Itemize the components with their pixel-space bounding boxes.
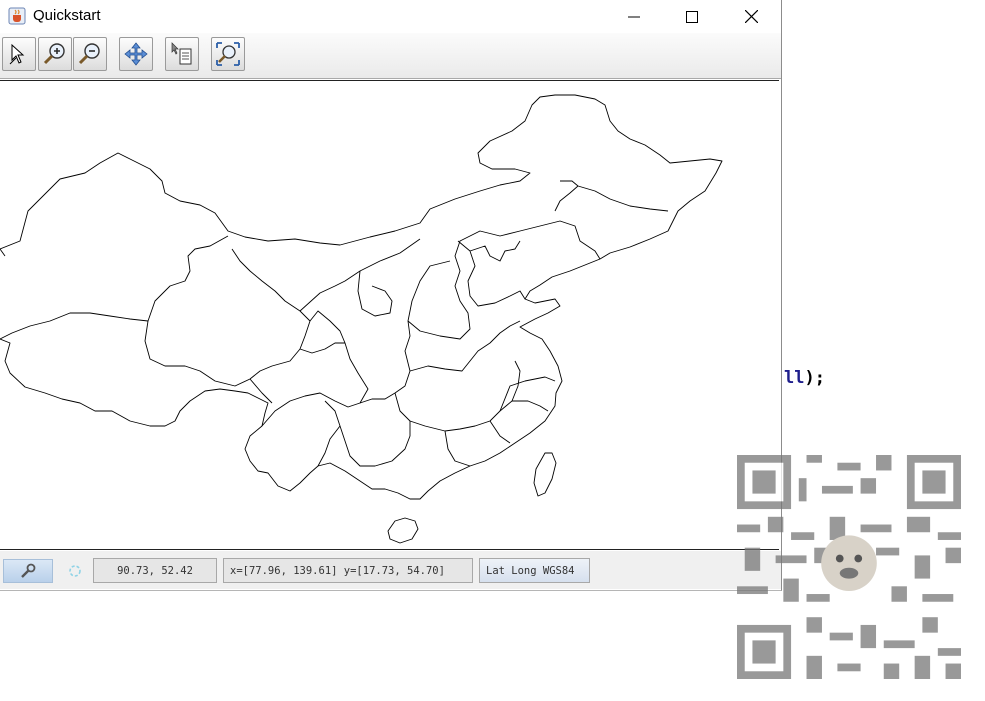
- extent-text: x=[77.96, 139.61] y=[17.73, 54.70]: [230, 564, 445, 577]
- map-toolbar: [0, 33, 781, 79]
- close-button[interactable]: [722, 0, 780, 33]
- qr-code-image: [737, 455, 961, 679]
- full-extent-icon: [216, 42, 240, 66]
- minimize-button[interactable]: [605, 0, 663, 33]
- info-tool-button[interactable]: [2, 37, 36, 71]
- cursor-position-text: 90.73, 52.42: [117, 564, 193, 577]
- code-keyword: ll: [784, 368, 805, 388]
- spinner-icon: [69, 565, 81, 577]
- wrench-icon: [21, 563, 36, 578]
- country-outline: [0, 94, 723, 500]
- taiwan-island: [533, 452, 557, 497]
- maximize-button[interactable]: [663, 0, 721, 33]
- zoom-in-button[interactable]: [38, 37, 72, 71]
- pan-arrows-icon: [124, 42, 148, 66]
- zoom-out-button[interactable]: [73, 37, 107, 71]
- province-boundaries-map: [0, 94, 723, 544]
- reset-extent-button[interactable]: [211, 37, 245, 71]
- code-rest: );: [804, 368, 825, 388]
- layer-info-button[interactable]: [165, 37, 199, 71]
- status-bar: 90.73, 52.42 x=[77.96, 139.61] y=[17.73,…: [0, 551, 781, 589]
- quickstart-window: Quickstart 90.73, 52.42 x=[77.96, 139.61…: [0, 0, 782, 591]
- extent-field: x=[77.96, 139.61] y=[17.73, 54.70]: [223, 558, 473, 583]
- pan-button[interactable]: [119, 37, 153, 71]
- maximize-icon: [686, 10, 698, 23]
- map-pane[interactable]: [0, 80, 779, 550]
- crs-button[interactable]: Lat Long WGS84: [479, 558, 590, 583]
- code-editor-fragment: ll);: [784, 368, 825, 388]
- zoom-out-icon: [78, 43, 100, 65]
- java-cup-icon: [8, 7, 26, 25]
- status-settings-button[interactable]: [3, 559, 53, 583]
- cursor-position-field: 90.73, 52.42: [93, 558, 217, 583]
- hainan-island: [387, 517, 419, 544]
- pointer-info-icon: [9, 43, 25, 65]
- window-title: Quickstart: [33, 7, 101, 24]
- pointer-layer-icon: [171, 42, 192, 65]
- minimize-icon: [628, 16, 640, 17]
- crs-text: Lat Long WGS84: [486, 564, 575, 577]
- zoom-in-icon: [43, 43, 65, 65]
- title-bar[interactable]: Quickstart: [0, 0, 781, 33]
- close-icon: [744, 10, 758, 23]
